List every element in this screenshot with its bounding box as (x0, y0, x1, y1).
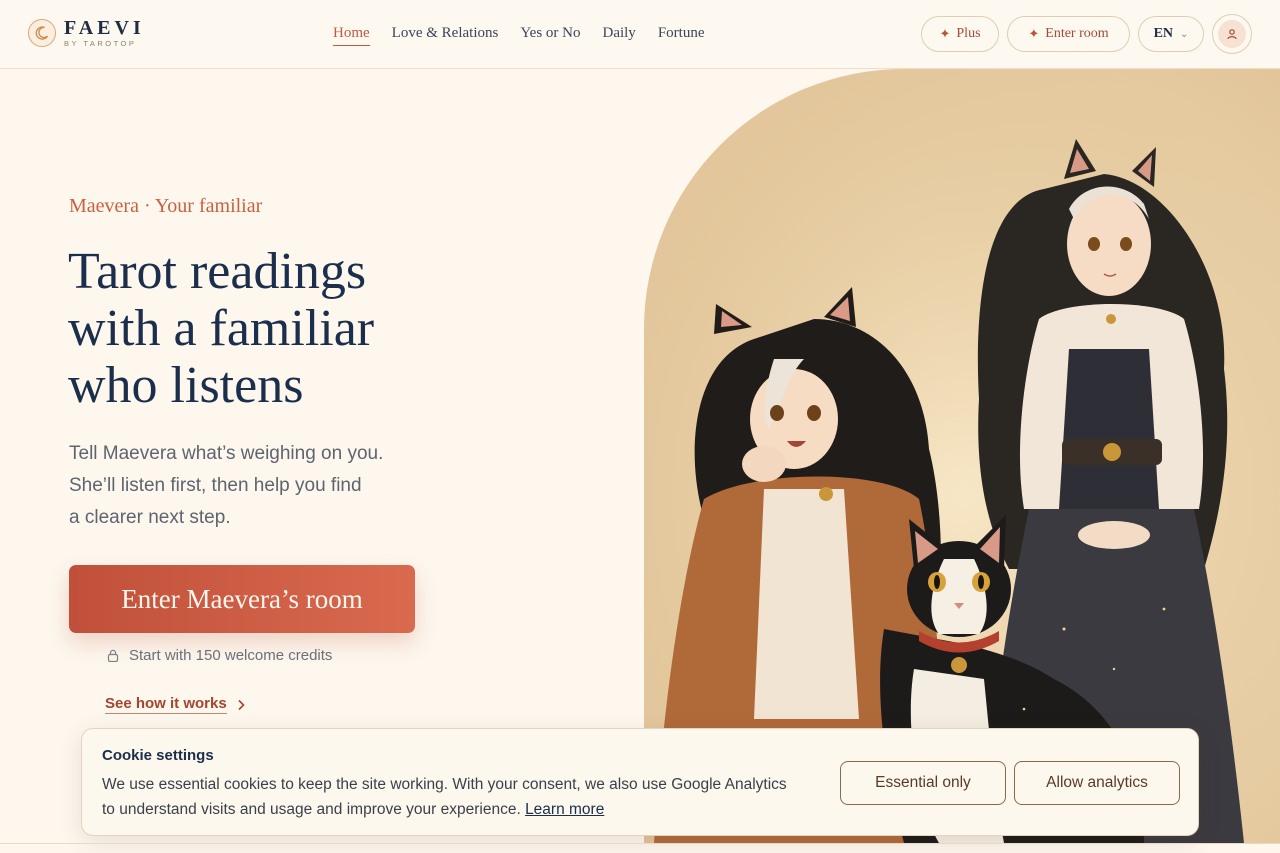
main-nav: Home Love & Relations Yes or No Daily Fo… (333, 25, 726, 46)
essential-only-button[interactable]: Essential only (840, 761, 1006, 805)
crescent-moon-icon (28, 18, 56, 47)
headline-line: with a familiar (68, 300, 375, 357)
sparkle-icon: ✦ (939, 26, 951, 41)
nav-daily[interactable]: Daily (602, 25, 635, 46)
hero-headline: Tarot readings with a familiar who liste… (68, 243, 488, 414)
cookie-text: We use essential cookies to keep the sit… (102, 776, 787, 818)
footer-divider (0, 843, 1280, 844)
user-icon (1218, 20, 1246, 48)
headline-line: Tarot readings (68, 243, 367, 300)
plus-button[interactable]: ✦ Plus (921, 16, 999, 52)
cookie-banner: Cookie settings We use essential cookies… (81, 728, 1199, 836)
subtext-line: She’ll listen first, then help you find (69, 475, 362, 496)
welcome-credits-note: Start with 150 welcome credits (107, 647, 332, 664)
brand-name: FAEVI (64, 17, 145, 39)
illustration-two-cat-eared-girls-and-black-white-cat-icon (644, 69, 1280, 843)
plus-label: Plus (956, 26, 981, 41)
allow-analytics-button[interactable]: Allow analytics (1014, 761, 1180, 805)
hero-subtext: Tell Maevera what’s weighing on you. She… (69, 438, 429, 534)
enter-room-label: Enter room (1045, 26, 1109, 41)
cookie-title: Cookie settings (102, 747, 214, 764)
subtext-line: a clearer next step. (69, 507, 231, 528)
sparkle-icon: ✦ (1028, 26, 1040, 41)
nav-home[interactable]: Home (333, 25, 370, 46)
headline-line: who listens (68, 357, 304, 414)
nav-love-relations[interactable]: Love & Relations (392, 25, 499, 46)
cookie-body: We use essential cookies to keep the sit… (102, 772, 802, 822)
site-header: FAEVI BY TAROTOP Home Love & Relations Y… (0, 0, 1280, 69)
language-selector[interactable]: EN ⌄ (1138, 16, 1204, 52)
hero-eyebrow: Maevera · Your familiar (69, 195, 263, 217)
enter-maevera-room-button[interactable]: Enter Maevera’s room (69, 565, 415, 633)
credits-text: Start with 150 welcome credits (129, 647, 333, 664)
brand-tagline: BY TAROTOP (64, 39, 137, 48)
hero-illustration (644, 69, 1280, 843)
language-value: EN (1153, 26, 1174, 41)
nav-fortune[interactable]: Fortune (658, 25, 705, 46)
chevron-down-icon: ⌄ (1180, 28, 1189, 40)
chevron-right-icon (237, 699, 245, 711)
account-button[interactable] (1212, 14, 1252, 54)
lock-icon (107, 649, 119, 662)
enter-room-button[interactable]: ✦ Enter room (1007, 16, 1130, 52)
brand-logo[interactable]: FAEVI BY TAROTOP (28, 18, 145, 48)
subtext-line: Tell Maevera what’s weighing on you. (69, 443, 384, 464)
learn-more-link[interactable]: Learn more (525, 801, 604, 818)
see-how-it-works-link[interactable]: See how it works (105, 695, 245, 714)
how-link-label: See how it works (105, 695, 227, 714)
nav-yes-or-no[interactable]: Yes or No (520, 25, 580, 46)
